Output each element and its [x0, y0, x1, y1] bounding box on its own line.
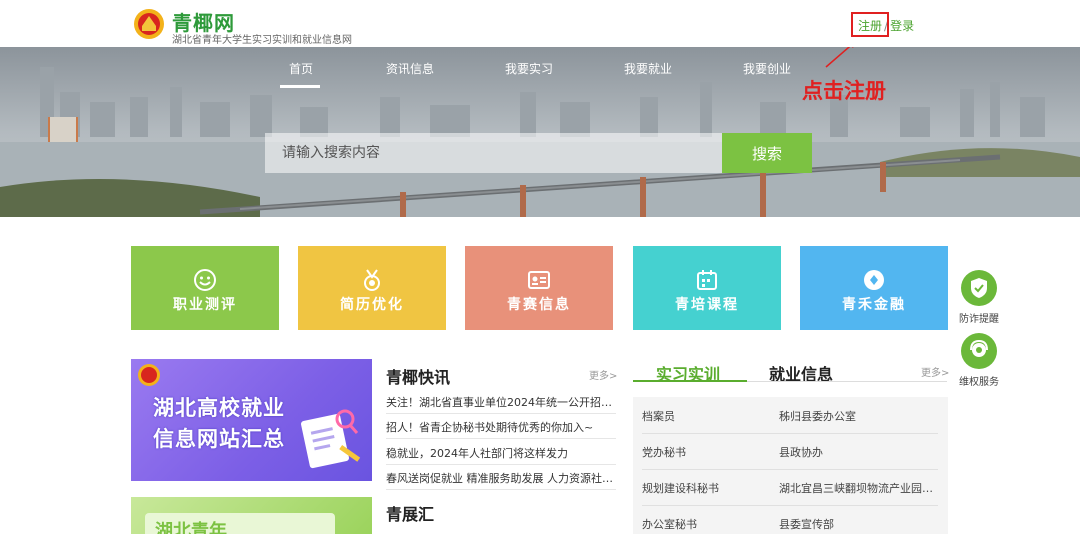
tab-active-underline	[633, 380, 747, 382]
job-organization: 县委宣传部	[779, 518, 834, 531]
tile-competition-info[interactable]: 青赛信息	[465, 246, 613, 330]
news-divider	[386, 438, 616, 439]
tile-training-courses[interactable]: 青培课程	[633, 246, 781, 330]
job-row[interactable]: 党办秘书 县政协办	[633, 433, 948, 469]
promo-title-line1: 湖北高校就业	[153, 396, 285, 420]
login-link[interactable]: 登录	[890, 19, 914, 33]
promo-title-line2: 信息网站汇总	[153, 427, 285, 451]
nav-home[interactable]: 首页	[289, 60, 313, 77]
nav-news[interactable]: 资讯信息	[386, 60, 434, 77]
register-highlight-box	[851, 12, 889, 37]
nav-entrepreneurship[interactable]: 我要创业	[743, 60, 791, 77]
nav-internship[interactable]: 我要实习	[505, 60, 553, 77]
document-magnifier-icon	[301, 409, 361, 469]
logo-emblem-icon[interactable]	[133, 8, 165, 40]
shield-check-icon	[961, 270, 997, 306]
side-widget-label: 维权服务	[959, 377, 999, 388]
medal-icon	[364, 269, 380, 291]
job-position: 规划建设科秘书	[642, 482, 719, 495]
tab-divider	[747, 381, 947, 382]
news-item[interactable]: 关注！湖北省直事业单位2024年统一公开招聘120...	[386, 394, 616, 410]
main-nav: 首页 资讯信息 我要实习 我要就业 我要创业	[0, 47, 1080, 89]
news-divider	[386, 464, 616, 465]
tile-career-assessment[interactable]: 职业测评	[131, 246, 279, 330]
diamond-icon	[864, 270, 884, 290]
side-rights-service[interactable]: 维权服务	[956, 333, 1002, 388]
promo-banner-job-sites[interactable]: 湖北高校就业 信息网站汇总	[131, 359, 372, 481]
jobs-more-link[interactable]: 更多>	[921, 364, 949, 379]
news-divider	[386, 489, 616, 490]
side-fraud-alert[interactable]: 防诈提醒	[956, 270, 1002, 325]
support-icon	[961, 333, 997, 369]
hero-banner: 首页 资讯信息 我要实习 我要就业 我要创业 点击注册 搜索	[0, 47, 1080, 217]
smile-icon	[194, 269, 216, 291]
page: 青椰网 湖北省青年大学生实习实训和就业信息网 注册 / 登录 首页 资讯信息 我…	[0, 0, 1080, 534]
search-button[interactable]: 搜索	[722, 133, 812, 173]
tile-label: 职业测评	[173, 297, 237, 313]
news-item[interactable]: 稳就业，2024年人社部门将这样发力	[386, 445, 616, 461]
annotation-arrow-icon	[825, 47, 854, 68]
job-position: 档案员	[642, 410, 675, 423]
tile-resume-optimization[interactable]: 简历优化	[298, 246, 446, 330]
job-row[interactable]: 办公室秘书 县委宣传部	[633, 505, 948, 534]
search-input[interactable]	[265, 133, 722, 173]
news-divider	[386, 413, 616, 414]
tile-label: 青培课程	[675, 297, 739, 313]
news-item[interactable]: 招人！省青企协秘书处期待优秀的你加入~	[386, 419, 616, 435]
side-widget-label: 防诈提醒	[959, 314, 999, 325]
job-list: 档案员 秭归县委办公室 党办秘书 县政协办 规划建设科秘书 湖北宜昌三峡翻坝物流…	[633, 397, 948, 534]
news-section-title: 青椰快讯	[386, 368, 451, 387]
logo-emblem-icon	[138, 364, 160, 386]
nav-active-indicator	[280, 85, 320, 88]
job-organization: 县政协办	[779, 446, 823, 459]
brand-subtitle: 湖北省青年大学生实习实训和就业信息网	[172, 35, 352, 46]
job-row[interactable]: 规划建设科秘书 湖北宜昌三峡翻坝物流产业园管...	[633, 469, 948, 505]
expo-section-title: 青展汇	[386, 505, 435, 524]
news-more-link[interactable]: 更多>	[589, 367, 617, 382]
tile-finance[interactable]: 青禾金融	[800, 246, 948, 330]
job-row[interactable]: 档案员 秭归县委办公室	[633, 397, 948, 433]
job-position: 党办秘书	[642, 446, 686, 459]
news-item[interactable]: 春风送岗促就业 精准服务助发展 人力资源社会保...	[386, 470, 616, 486]
id-card-icon	[528, 271, 550, 289]
promo2-title: 湖北青年	[155, 521, 227, 534]
nav-employment[interactable]: 我要就业	[624, 60, 672, 77]
job-organization: 湖北宜昌三峡翻坝物流产业园管...	[779, 482, 939, 495]
register-annotation: 点击注册	[802, 79, 886, 103]
calendar-icon	[697, 270, 717, 290]
tile-label: 青赛信息	[507, 297, 571, 313]
promo-banner-youth[interactable]: 湖北青年	[131, 497, 372, 534]
tile-label: 简历优化	[340, 297, 404, 313]
job-organization: 秭归县委办公室	[779, 410, 856, 423]
job-position: 办公室秘书	[642, 518, 697, 531]
tile-label: 青禾金融	[842, 297, 906, 313]
site-header: 青椰网 湖北省青年大学生实习实训和就业信息网 注册 / 登录	[0, 0, 1080, 47]
